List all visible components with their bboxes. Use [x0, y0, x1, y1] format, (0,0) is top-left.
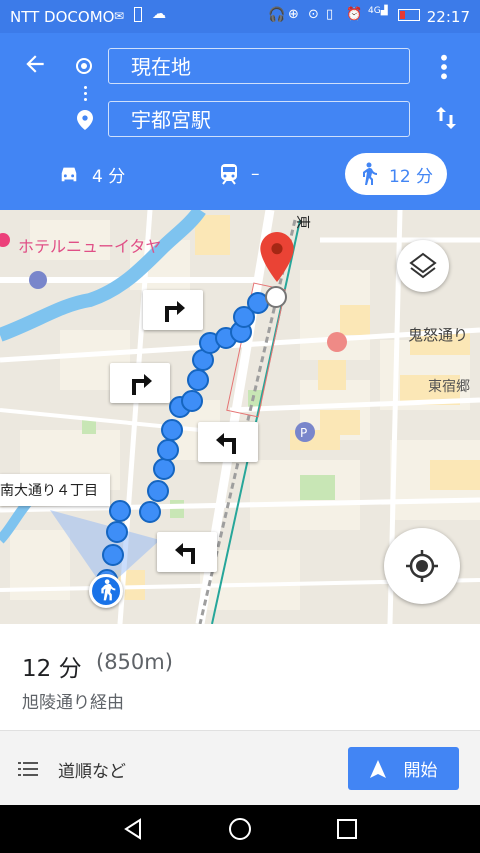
car-icon — [61, 167, 77, 182]
mode-transit[interactable]: – — [219, 153, 260, 195]
home-nav-icon[interactable] — [228, 817, 252, 841]
steps-button[interactable]: 道順など — [18, 751, 126, 787]
mode-walk-label: 12 分 — [389, 166, 434, 187]
mode-car[interactable]: 4 分 — [58, 153, 125, 195]
more-options-button[interactable] — [436, 53, 452, 85]
sim-icon — [134, 7, 142, 22]
mode-car-label: 4 分 — [92, 166, 126, 187]
recents-nav-icon[interactable] — [336, 818, 358, 840]
list-icon — [18, 762, 38, 776]
carrier-name: NTT DOCOMO — [10, 8, 115, 26]
destination-pin-icon[interactable] — [260, 232, 294, 282]
travel-time: 12 分 — [22, 656, 82, 682]
status-bar: NTT DOCOMO ✉ ☁ 🎧 ⊕ ⊙ ▯ ⏰ 4G▟ 22:17 — [0, 0, 480, 33]
back-nav-icon[interactable] — [122, 818, 144, 840]
walk-icon — [363, 162, 377, 185]
turn-right-icon — [165, 301, 185, 322]
data-saver-icon: ⊕ — [288, 7, 299, 22]
mode-walk[interactable]: 12 分 — [345, 153, 448, 195]
navigation-icon — [369, 759, 386, 778]
alarm-icon: ⏰ — [346, 7, 363, 22]
origin-icon — [76, 58, 92, 74]
road-label: 東 — [294, 215, 310, 229]
turn-left-icon — [216, 433, 236, 454]
location-icon: ⊙ — [308, 7, 319, 22]
vibrate-icon: ▯ — [326, 7, 334, 22]
start-label: 開始 — [403, 761, 438, 781]
system-nav-bar — [0, 805, 480, 853]
turn-right-icon — [132, 374, 152, 395]
steps-label: 道順など — [58, 761, 126, 782]
turn-left-marker[interactable] — [157, 532, 217, 572]
kinu-street-label: 鬼怒通り — [408, 326, 469, 344]
turn-right-marker[interactable] — [143, 290, 203, 330]
train-icon — [221, 164, 237, 185]
clock: 22:17 — [426, 8, 470, 26]
mail-icon: ✉ — [114, 9, 125, 23]
hotel-label: ホテルニューイタヤ — [18, 237, 162, 256]
origin-field[interactable]: 現在地 — [108, 48, 410, 84]
my-location-icon — [406, 550, 438, 582]
route-via: 旭陵通り経由 — [22, 693, 124, 713]
layers-icon — [409, 252, 437, 279]
more-vert-icon — [441, 54, 447, 80]
turn-left-marker[interactable] — [198, 422, 258, 462]
higashijuku-label: 東宿郷 — [428, 379, 470, 395]
travel-distance: (850m) — [96, 650, 173, 674]
connector-dot — [84, 98, 87, 101]
destination-field[interactable]: 宇都宮駅 — [108, 101, 410, 137]
headphones-icon: 🎧 — [268, 7, 286, 23]
back-arrow-icon — [26, 55, 44, 73]
layers-button[interactable] — [397, 240, 449, 292]
route-summary[interactable]: 12 分 (850m) 旭陵通り経由 — [0, 624, 480, 730]
svg-text:P: P — [300, 426, 307, 440]
connector-dot — [84, 86, 87, 89]
action-bar: 道順など 開始 — [0, 730, 480, 806]
connector-dot — [84, 92, 87, 95]
destination-pin-icon — [77, 110, 93, 134]
cloud-icon: ☁ — [152, 6, 166, 22]
street-label: 南大通り４丁目 — [0, 474, 110, 506]
swap-button[interactable] — [434, 105, 458, 135]
map-view[interactable]: P ホテルニューイタヤ 東 鬼怒通り 東宿郷 南大通り４丁目 — [0, 210, 480, 624]
turn-right-marker[interactable] — [110, 363, 170, 403]
directions-header: 現在地 宇都宮駅 4 分 – 12 分 — [0, 33, 480, 210]
battery-icon — [398, 9, 420, 21]
my-location-button[interactable] — [384, 528, 460, 604]
mode-transit-label: – — [251, 164, 260, 184]
turn-left-icon — [175, 543, 195, 564]
swap-vert-icon — [436, 107, 456, 129]
signal-icon: 4G▟ — [368, 6, 388, 16]
walk-icon — [101, 579, 116, 601]
back-button[interactable] — [22, 51, 48, 81]
start-button[interactable]: 開始 — [348, 747, 459, 790]
current-location-marker — [89, 574, 123, 608]
